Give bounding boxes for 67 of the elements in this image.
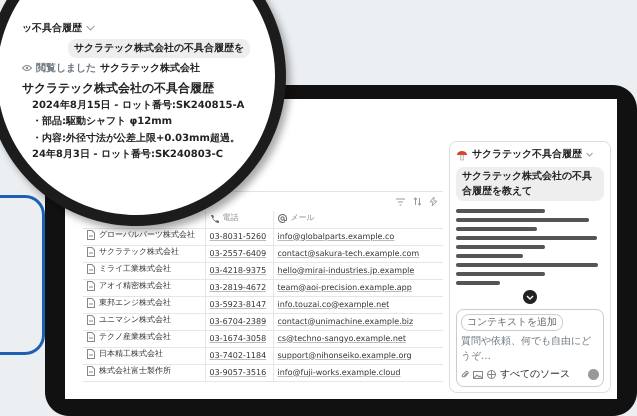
phone-number[interactable]: 03-7402-1184	[210, 350, 266, 360]
document-icon	[87, 366, 95, 376]
column-header[interactable]: 電話	[222, 212, 238, 224]
chevron-icon	[86, 25, 95, 31]
answer-line: 2024年8月15日 - ロット番号:SK240815-A	[32, 100, 246, 112]
column-header[interactable]: メール	[290, 212, 314, 224]
answer-title: サクラテック株式会社の不具合履歴	[22, 80, 215, 96]
email-link[interactable]: support@nihonseiko.example.org	[278, 350, 412, 360]
document-icon	[87, 349, 95, 359]
scroll-down-button[interactable]	[523, 290, 537, 304]
chat-title: ッ不具合履歴	[22, 22, 82, 36]
email-link[interactable]: hello@mirai-industries.jp.example	[278, 266, 414, 274]
company-name[interactable]: 日本精工株式会社	[99, 348, 163, 360]
phone-number[interactable]: 03-6704-2389	[210, 316, 266, 326]
email-link[interactable]: cs@techno-sangyo.example.net	[278, 334, 406, 342]
email-link[interactable]: contact@unimachine.example.biz	[278, 316, 414, 326]
answer-line: ・部品:駆動シャフト φ12mm	[32, 116, 174, 128]
email-link[interactable]: info@fuji-works.example.cloud	[278, 368, 400, 376]
document-icon	[87, 315, 95, 325]
company-name[interactable]: ミライ工業株式会社	[99, 263, 171, 275]
company-name[interactable]: 株式会社富士製作所	[99, 365, 171, 377]
source-selector[interactable]: すべてのソース	[500, 367, 570, 382]
phone-number[interactable]: 03-9057-3516	[210, 368, 266, 376]
eye-icon	[22, 65, 32, 71]
user-message: サクラテック株式会社の不具合履歴を	[68, 38, 250, 58]
company-name[interactable]: テクノ産業株式会社	[99, 331, 171, 343]
document-icon	[87, 332, 95, 342]
company-name[interactable]: 東邦エンジ株式会社	[99, 297, 171, 309]
email-link[interactable]: team@aoi-precision.example.app	[278, 282, 412, 292]
at-sign-icon	[278, 214, 286, 222]
answer-line: 24年8月3日 - ロット番号:SK240803-C	[32, 149, 224, 162]
phone-number[interactable]: 03-1674-3058	[210, 334, 266, 342]
document-icon	[87, 298, 95, 308]
image-icon[interactable]	[473, 370, 483, 378]
answer-line: ・内容:外径寸法が公差上限+0.03mm超過。	[32, 132, 241, 145]
input-placeholder: 質問や依頼、何でも自由にどうぞ…	[461, 334, 592, 364]
company-name[interactable]: サクラテック株式会社	[99, 246, 179, 258]
company-name[interactable]: グローバルパーツ株式会社	[99, 229, 195, 241]
chat-input[interactable]: コンテキストを追加 質問や依頼、何でも自由にどうぞ… すべてのソース	[456, 309, 604, 387]
company-name[interactable]: ユニマシン株式会社	[99, 314, 171, 326]
status-source: サクラテック株式会社	[100, 62, 200, 76]
chat-title[interactable]: サクラテック不具合履歴	[472, 147, 582, 162]
email-link[interactable]: info@globalparts.example.co	[278, 232, 394, 240]
phone-number[interactable]: 03-8031-5260	[210, 232, 266, 240]
status-label: 閲覧しました	[36, 62, 96, 76]
add-context-chip[interactable]: コンテキストを追加	[461, 314, 563, 331]
phone-icon	[210, 214, 218, 222]
chevron-icon[interactable]	[586, 152, 593, 157]
paperclip-icon[interactable]	[461, 370, 469, 379]
document-icon	[87, 281, 95, 291]
user-message: サクラテック株式会社の不具合履歴を教えて	[456, 167, 604, 201]
phone-number[interactable]: 03-5923-8147	[210, 300, 266, 308]
email-link[interactable]: info.touzai.co@example.net	[278, 300, 390, 308]
filter-icon[interactable]	[396, 198, 405, 206]
phone-number[interactable]: 03-2557-6409	[210, 248, 266, 258]
phone-number[interactable]: 03-4218-9375	[210, 266, 266, 274]
send-button[interactable]	[588, 369, 599, 380]
lightning-icon[interactable]	[430, 197, 437, 206]
sort-icon[interactable]	[413, 197, 422, 206]
document-icon	[87, 264, 95, 274]
globe-icon[interactable]	[487, 370, 496, 379]
company-name[interactable]: アオイ精密株式会社	[99, 280, 171, 292]
mushroom-icon	[456, 148, 468, 160]
phone-number[interactable]: 03-2819-4672	[210, 282, 266, 292]
document-icon	[87, 230, 95, 240]
email-link[interactable]: contact@sakura-tech.example.com	[278, 248, 420, 258]
document-icon	[87, 247, 95, 257]
